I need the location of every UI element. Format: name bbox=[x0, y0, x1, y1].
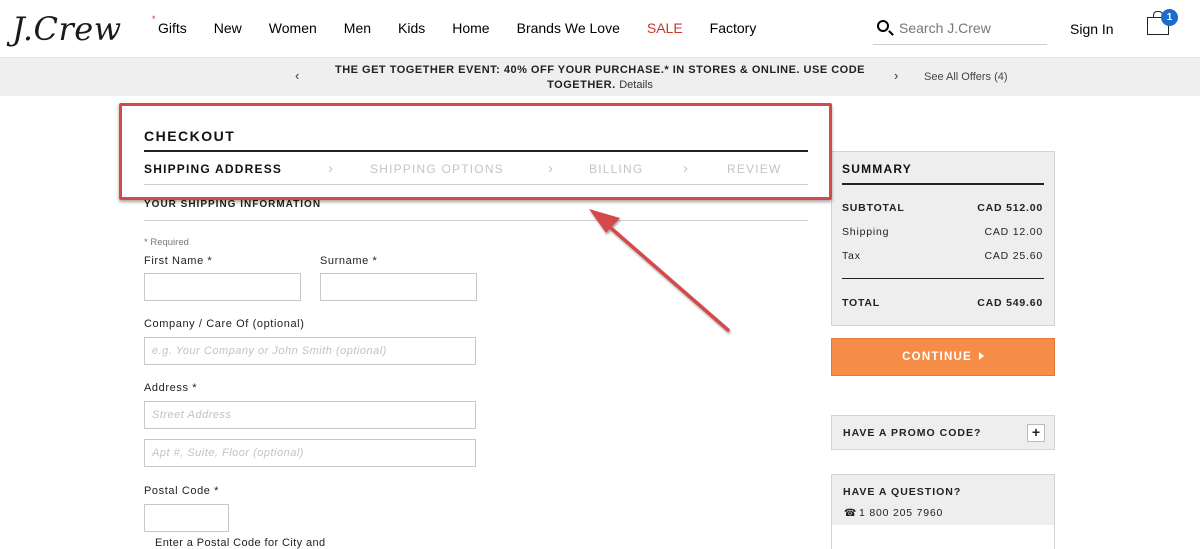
promo-code-panel[interactable]: HAVE A PROMO CODE? + bbox=[831, 415, 1055, 450]
subtotal-label: SUBTOTAL bbox=[842, 202, 905, 214]
annotation-highlight-box bbox=[119, 103, 832, 200]
shipping-label: Shipping bbox=[842, 226, 890, 238]
caret-right-icon bbox=[978, 352, 984, 360]
apt-suite-field[interactable] bbox=[144, 439, 476, 467]
nav-new[interactable]: New bbox=[214, 20, 242, 36]
promo-message-text: THE GET TOGETHER EVENT: 40% OFF YOUR PUR… bbox=[334, 64, 866, 91]
gift-star-marker: * bbox=[152, 14, 156, 24]
search-bar bbox=[873, 17, 1047, 45]
first-name-field[interactable] bbox=[144, 273, 301, 301]
nav-men[interactable]: Men bbox=[344, 20, 371, 36]
divider bbox=[842, 278, 1044, 279]
promo-prev-arrow-icon[interactable]: ‹ bbox=[295, 68, 299, 83]
order-summary: SUMMARY SUBTOTAL CAD 512.00 Shipping CAD… bbox=[831, 151, 1055, 326]
question-content-area bbox=[832, 525, 1054, 549]
nav-gifts[interactable]: * Gifts bbox=[152, 14, 187, 36]
total-label: TOTAL bbox=[842, 297, 881, 309]
jcrew-logo[interactable]: J.Crew bbox=[12, 10, 122, 48]
promo-banner: ‹ THE GET TOGETHER EVENT: 40% OFF YOUR P… bbox=[0, 58, 1200, 96]
tax-label: Tax bbox=[842, 250, 861, 262]
first-name-label: First Name * bbox=[144, 255, 213, 267]
phone-number[interactable]: 1 800 205 7960 bbox=[859, 507, 943, 519]
shipping-section-title: YOUR SHIPPING INFORMATION bbox=[144, 199, 322, 210]
divider bbox=[842, 183, 1044, 185]
promo-message: THE GET TOGETHER EVENT: 40% OFF YOUR PUR… bbox=[330, 63, 870, 93]
shipping-value: CAD 12.00 bbox=[984, 226, 1043, 238]
nav-home[interactable]: Home bbox=[452, 20, 489, 36]
nav-gifts-label: Gifts bbox=[158, 20, 187, 36]
summary-title: SUMMARY bbox=[842, 162, 912, 176]
site-header: J.Crew * Gifts New Women Men Kids Home Br… bbox=[0, 0, 1200, 58]
promo-details-link[interactable]: Details bbox=[619, 79, 653, 91]
postal-code-field[interactable] bbox=[144, 504, 229, 532]
surname-label: Surname * bbox=[320, 255, 378, 267]
street-address-field[interactable] bbox=[144, 401, 476, 429]
phone-icon: ☎ bbox=[844, 508, 857, 519]
nav-sale[interactable]: SALE bbox=[647, 20, 683, 36]
promo-code-label: HAVE A PROMO CODE? bbox=[843, 427, 982, 439]
nav-brands-we-love[interactable]: Brands We Love bbox=[517, 20, 620, 36]
postal-helper-text: Enter a Postal Code for City and bbox=[155, 537, 326, 549]
see-all-offers-link[interactable]: See All Offers (4) bbox=[924, 71, 1008, 83]
nav-women[interactable]: Women bbox=[269, 20, 317, 36]
total-value: CAD 549.60 bbox=[977, 297, 1043, 309]
question-title: HAVE A QUESTION? bbox=[843, 486, 962, 498]
expand-plus-icon[interactable]: + bbox=[1027, 424, 1045, 442]
sign-in-link[interactable]: Sign In bbox=[1070, 21, 1114, 37]
main-nav: * Gifts New Women Men Kids Home Brands We… bbox=[152, 14, 783, 36]
subtotal-value: CAD 512.00 bbox=[977, 202, 1043, 214]
search-input[interactable] bbox=[899, 20, 1039, 36]
continue-button-label: CONTINUE bbox=[902, 351, 972, 363]
postal-code-label: Postal Code * bbox=[144, 485, 220, 497]
divider bbox=[144, 220, 808, 221]
address-label: Address * bbox=[144, 382, 198, 394]
company-label: Company / Care Of (optional) bbox=[144, 318, 305, 330]
search-icon[interactable] bbox=[877, 20, 889, 32]
continue-button[interactable]: CONTINUE bbox=[831, 338, 1055, 376]
required-note: * Required bbox=[144, 237, 189, 248]
question-panel: HAVE A QUESTION? ☎ 1 800 205 7960 bbox=[831, 474, 1055, 549]
company-field[interactable] bbox=[144, 337, 476, 365]
nav-factory[interactable]: Factory bbox=[710, 20, 757, 36]
bag-count-badge: 1 bbox=[1161, 9, 1178, 26]
promo-next-arrow-icon[interactable]: › bbox=[894, 68, 898, 83]
surname-field[interactable] bbox=[320, 273, 477, 301]
tax-value: CAD 25.60 bbox=[984, 250, 1043, 262]
nav-kids[interactable]: Kids bbox=[398, 20, 425, 36]
